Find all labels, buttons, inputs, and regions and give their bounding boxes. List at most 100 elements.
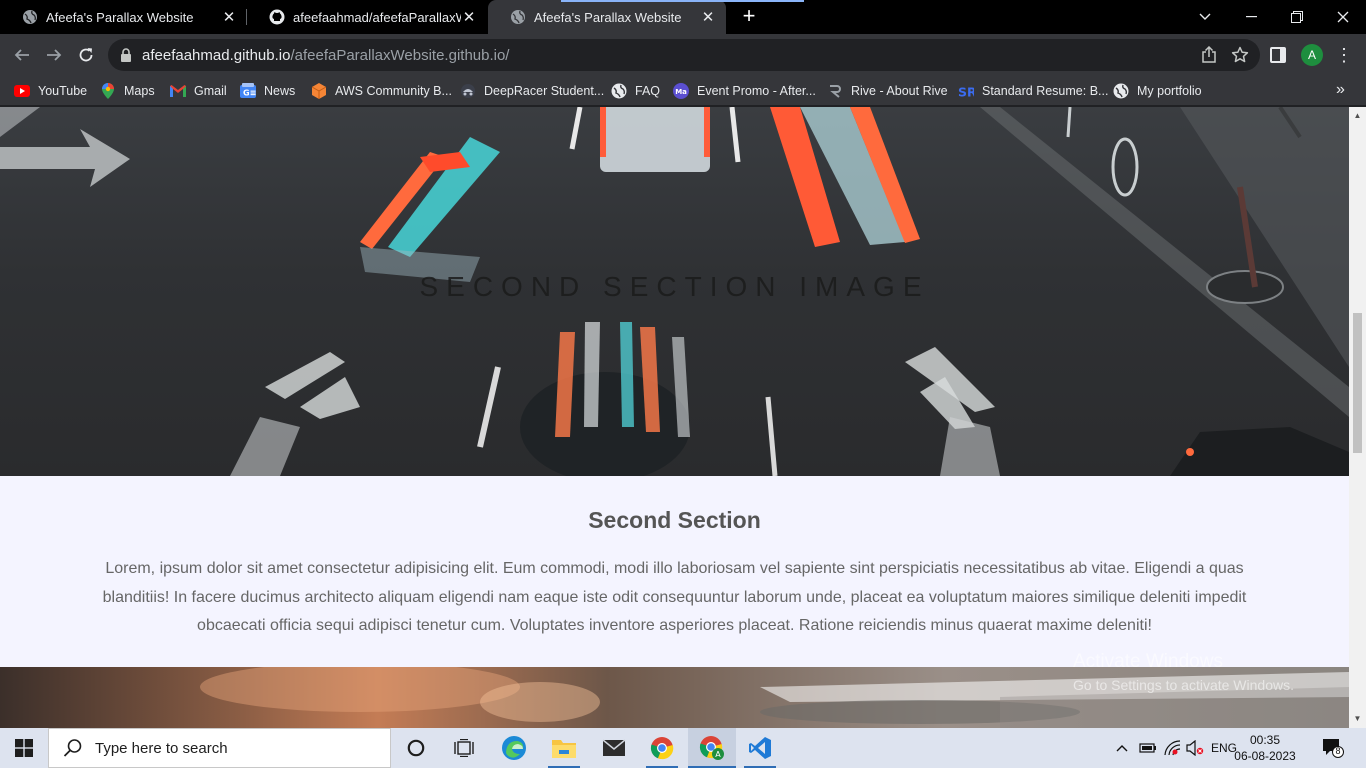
globe-icon bbox=[22, 9, 38, 25]
task-view-icon[interactable] bbox=[440, 728, 488, 768]
system-clock[interactable]: 00:35 06-08-2023 bbox=[1234, 732, 1296, 764]
activate-windows-watermark: Activate Windows Go to Settings to activ… bbox=[1073, 651, 1294, 693]
tab-parallax-website-1[interactable]: Afeefa's Parallax Website ✕ bbox=[0, 0, 247, 34]
share-icon[interactable] bbox=[1200, 45, 1218, 64]
bookmark-standard-resume[interactable]: SR Standard Resume: B... bbox=[958, 81, 1108, 101]
taskbar-search-box[interactable]: Type here to search bbox=[48, 728, 391, 768]
vscode-icon[interactable] bbox=[736, 728, 784, 768]
close-icon[interactable]: ✕ bbox=[700, 9, 716, 26]
bookmark-aws-community[interactable]: AWS Community B... bbox=[311, 81, 452, 101]
bookmark-label: FAQ bbox=[635, 84, 661, 98]
search-icon bbox=[63, 738, 83, 758]
scroll-down-arrow-icon[interactable]: ▼ bbox=[1353, 714, 1362, 723]
menu-kebab-icon[interactable]: ⋮ bbox=[1335, 45, 1353, 65]
lock-icon[interactable] bbox=[120, 48, 132, 62]
tab-title: Afeefa's Parallax Website bbox=[46, 9, 194, 25]
svg-text:G≡: G≡ bbox=[243, 89, 256, 98]
github-icon bbox=[269, 9, 285, 25]
clock-time: 00:35 bbox=[1249, 733, 1281, 747]
restore-button[interactable] bbox=[1274, 0, 1320, 34]
svg-text:A: A bbox=[715, 750, 721, 759]
bookmark-label: Event Promo - After... bbox=[697, 84, 816, 98]
url-host: afeefaahmad.github.io bbox=[142, 47, 291, 64]
windows-taskbar: Type here to search A ENG 00:35 06-08-20… bbox=[0, 728, 1366, 768]
bookmark-faq[interactable]: FAQ bbox=[611, 81, 660, 101]
search-placeholder: Type here to search bbox=[95, 739, 228, 757]
svg-text:SR: SR bbox=[958, 84, 974, 99]
event-icon: Ma bbox=[673, 83, 689, 99]
section-paragraph: Lorem, ipsum dolor sit amet consectetur … bbox=[102, 560, 1247, 634]
watermark-title: Activate Windows bbox=[1073, 651, 1223, 672]
bookmark-event-promo[interactable]: Ma Event Promo - After... bbox=[673, 81, 816, 101]
tab-strip: Afeefa's Parallax Website ✕ afeefaahmad/… bbox=[0, 0, 1366, 34]
bookmark-youtube[interactable]: YouTube bbox=[14, 81, 87, 101]
page-viewport[interactable]: SECOND SECTION IMAGE Second Section Lore… bbox=[0, 107, 1349, 728]
file-explorer-icon[interactable] bbox=[540, 728, 588, 768]
globe-icon bbox=[611, 83, 627, 99]
profile-avatar[interactable]: A bbox=[1301, 44, 1323, 66]
reload-button[interactable] bbox=[72, 41, 100, 69]
bookmark-rive[interactable]: Rive - About Rive bbox=[827, 81, 948, 101]
windows-logo-icon bbox=[15, 739, 33, 757]
rive-icon bbox=[827, 83, 843, 99]
wifi-icon[interactable] bbox=[1161, 728, 1183, 768]
tab-search-chevron-icon[interactable] bbox=[1182, 0, 1228, 34]
youtube-icon bbox=[14, 83, 30, 99]
bookmarks-bar: YouTube Maps Gmail G≡ News AWS Community… bbox=[0, 76, 1366, 106]
watermark-subtitle: Go to Settings to activate Windows. bbox=[1073, 677, 1294, 693]
minimize-button[interactable] bbox=[1228, 0, 1274, 34]
side-panel-icon[interactable] bbox=[1270, 47, 1286, 63]
url-path: /afeefaParallaxWebsite.github.io/ bbox=[290, 47, 510, 64]
scrollbar-thumb[interactable] bbox=[1353, 313, 1362, 453]
globe-icon bbox=[510, 9, 526, 25]
bookmark-label: Standard Resume: B... bbox=[982, 84, 1109, 98]
new-tab-button[interactable]: + bbox=[738, 5, 760, 27]
bookmark-label: YouTube bbox=[38, 84, 88, 98]
news-icon: G≡ bbox=[240, 83, 256, 99]
resume-icon: SR bbox=[958, 83, 974, 99]
globe-icon bbox=[1113, 83, 1129, 99]
start-button[interactable] bbox=[0, 728, 48, 768]
battery-icon[interactable] bbox=[1137, 728, 1159, 768]
bookmark-star-icon[interactable] bbox=[1231, 46, 1249, 64]
bookmarks-overflow-chevron-icon[interactable]: » bbox=[1336, 81, 1345, 99]
gmail-icon bbox=[170, 83, 186, 99]
bookmark-label: My portfolio bbox=[1137, 84, 1202, 98]
bookmark-label: Rive - About Rive bbox=[851, 84, 948, 98]
browser-toolbar: afeefaahmad.github.io/afeefaParallaxWebs… bbox=[0, 34, 1366, 76]
edge-icon[interactable] bbox=[490, 728, 538, 768]
url-text[interactable]: afeefaahmad.github.io/afeefaParallaxWebs… bbox=[142, 47, 509, 64]
tab-title: afeefaahmad/afeefaParallaxWebsite bbox=[293, 9, 461, 25]
cortana-icon[interactable] bbox=[392, 728, 440, 768]
tray-overflow-chevron-icon[interactable] bbox=[1112, 728, 1132, 768]
bookmark-maps[interactable]: Maps bbox=[100, 81, 155, 101]
clock-date: 06-08-2023 bbox=[1234, 749, 1296, 763]
bookmark-label: News bbox=[264, 84, 296, 98]
bookmark-gmail[interactable]: Gmail bbox=[170, 81, 227, 101]
close-icon[interactable]: ✕ bbox=[221, 9, 237, 26]
deepracer-icon bbox=[460, 83, 476, 99]
tab-parallax-website-active[interactable]: Afeefa's Parallax Website ✕ bbox=[488, 0, 804, 34]
scroll-up-arrow-icon[interactable]: ▲ bbox=[1353, 111, 1362, 120]
back-button[interactable] bbox=[8, 41, 36, 69]
forward-button[interactable] bbox=[40, 41, 68, 69]
tab-title: Afeefa's Parallax Website bbox=[534, 9, 682, 25]
close-icon[interactable]: ✕ bbox=[461, 9, 477, 26]
chrome-profile-icon[interactable]: A bbox=[688, 728, 736, 768]
close-window-button[interactable] bbox=[1320, 0, 1366, 34]
mail-icon[interactable] bbox=[590, 728, 638, 768]
page-scrollbar[interactable]: ▲ ▼ bbox=[1349, 107, 1366, 728]
bookmark-label: Gmail bbox=[194, 84, 227, 98]
bookmark-deepracer[interactable]: DeepRacer Student... bbox=[460, 81, 604, 101]
aws-icon bbox=[311, 83, 327, 99]
notification-center-icon[interactable]: 8 bbox=[1322, 738, 1344, 758]
volume-muted-icon[interactable] bbox=[1184, 728, 1206, 768]
second-section: Second Section Lorem, ipsum dolor sit am… bbox=[0, 476, 1349, 667]
address-bar[interactable]: afeefaahmad.github.io/afeefaParallaxWebs… bbox=[108, 39, 1260, 71]
svg-text:Ma: Ma bbox=[675, 88, 687, 96]
bookmark-news[interactable]: G≡ News bbox=[240, 81, 295, 101]
chrome-icon[interactable] bbox=[638, 728, 686, 768]
bookmark-my-portfolio[interactable]: My portfolio bbox=[1113, 81, 1202, 101]
tab-github-repo[interactable]: afeefaahmad/afeefaParallaxWebsite ✕ bbox=[247, 0, 487, 34]
bookmark-label: Maps bbox=[124, 84, 155, 98]
